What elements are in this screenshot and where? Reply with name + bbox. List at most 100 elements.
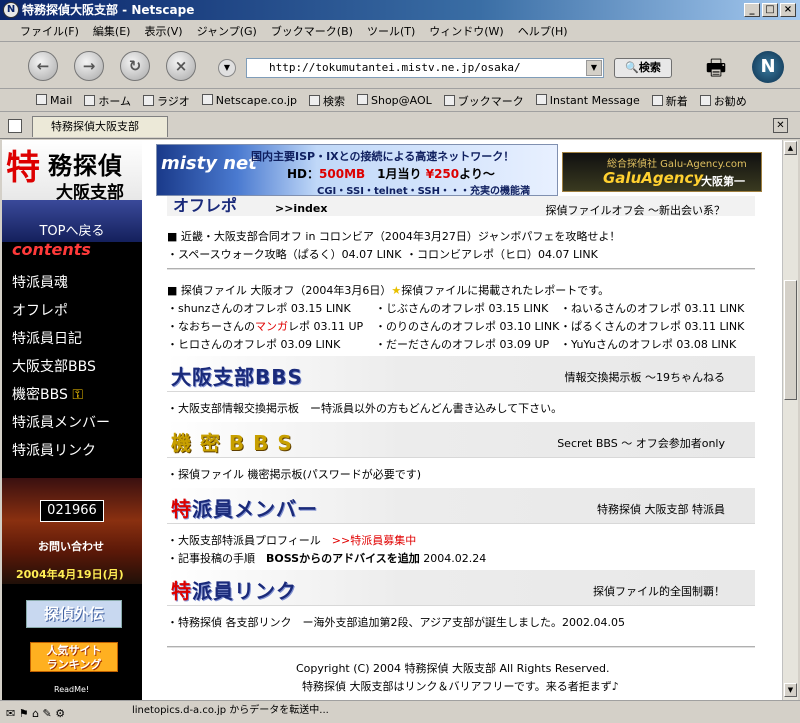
divider xyxy=(167,268,755,270)
tab-bar: 特務探偵大阪支部 ✕ xyxy=(0,113,800,139)
galu-suffix: 大阪第一 xyxy=(701,175,745,188)
history-dropdown-icon[interactable]: ▼ xyxy=(218,59,236,77)
section-osaka-bbs-header: 大阪支部BBS 情報交換掲示板 〜19ちゃんねる xyxy=(167,356,755,392)
inquiry-link[interactable]: お問い合わせ xyxy=(38,538,104,554)
bookmark-new[interactable]: 新着 xyxy=(651,93,688,109)
menu-tools[interactable]: ツール(T) xyxy=(367,23,415,39)
scroll-up-icon[interactable]: ▲ xyxy=(784,141,797,155)
menu-file[interactable]: ファイル(F) xyxy=(20,23,79,39)
secret-bbs-link[interactable]: ・探偵ファイル 機密掲示板(パスワードが必要です) xyxy=(167,466,421,482)
contents-heading: contents xyxy=(12,240,91,259)
bookmark-home[interactable]: ホーム xyxy=(84,93,131,109)
offrepo-link-colombia[interactable]: ・コロンビアレポ（ヒロ）04.07 LINK xyxy=(406,246,598,262)
offrepo-link[interactable]: ・ヒロさんのオフレポ 03.09 LINK xyxy=(167,336,340,352)
vertical-scrollbar[interactable]: ▲ ▼ xyxy=(782,140,798,700)
section-desc: 情報交換掲示板 〜19ちゃんねる xyxy=(564,371,726,384)
stop-icon[interactable]: × xyxy=(166,51,196,81)
sidebar-item-osaka-bbs[interactable]: 大阪支部BBS xyxy=(12,356,96,376)
scroll-thumb[interactable] xyxy=(784,280,797,400)
readme-badge[interactable]: ReadMe! xyxy=(54,685,89,694)
sidebar-item-offrepo[interactable]: オフレポ xyxy=(12,300,68,320)
tab-close-icon[interactable]: ✕ xyxy=(773,118,788,133)
menu-edit[interactable]: 編集(E) xyxy=(93,23,131,39)
sidebar-item-diary[interactable]: 特派員日記 xyxy=(12,328,82,348)
minimize-button[interactable]: _ xyxy=(744,3,760,17)
search-button-label: 検索 xyxy=(638,61,661,74)
sidebar-item-tokuhain-tamashii[interactable]: 特派員魂 xyxy=(12,272,68,292)
home-icon xyxy=(84,94,96,106)
offrepo-item2-desc: 探偵ファイルに掲載されたレポートです。 xyxy=(401,284,610,297)
netscape-logo-icon: N xyxy=(3,2,19,18)
netscape-throbber-icon[interactable]: N xyxy=(752,51,784,83)
section-title-red: 特 xyxy=(171,579,192,603)
search-button[interactable]: 🔍検索 xyxy=(614,58,672,78)
bookmark-label: お勧め xyxy=(713,94,747,108)
ranking-banner[interactable]: 人気サイト ランキング xyxy=(30,642,118,672)
url-input[interactable]: http://tokumutantei.mistv.ne.jp/osaka/ xyxy=(246,58,604,78)
offrepo-link[interactable]: ・のりのさんのオフレポ 03.10 LINK xyxy=(375,318,559,334)
bookmark-label: ホーム xyxy=(98,94,132,108)
title-bar: N 特務探偵大阪支部 - Netscape _ □ × xyxy=(0,0,800,20)
offrepo-link-spacewalk[interactable]: ・スペースウォーク攻略（ぱるく）04.07 LINK xyxy=(167,246,401,262)
bookmark-bookmarks[interactable]: ブックマーク xyxy=(443,93,524,109)
maximize-button[interactable]: □ xyxy=(762,3,778,17)
bookmark-recommend[interactable]: お勧め xyxy=(699,93,747,109)
offrepo-link[interactable]: ・shunzさんのオフレポ 03.15 LINK xyxy=(167,300,351,316)
section-title-rest: 派員リンク xyxy=(192,579,297,603)
tab-label: 特務探偵大阪支部 xyxy=(51,120,139,133)
offrepo-link[interactable]: ・じぶさんのオフレポ 03.15 LINK xyxy=(375,300,548,316)
tantei-gaiden-banner[interactable]: 探偵外伝 xyxy=(26,600,122,628)
section-title: 特派員リンク xyxy=(171,575,297,604)
bookmark-mail[interactable]: Mail xyxy=(36,94,72,107)
bookmark-netscape[interactable]: Netscape.co.jp xyxy=(201,94,297,107)
bookmark-search[interactable]: 検索 xyxy=(309,93,345,109)
branch-links-link[interactable]: ・特務探偵 各支部リンク ー海外支部追加第2段、アジア支部が誕生しました。200… xyxy=(167,614,625,630)
misty-net-ad-banner[interactable]: misty net 国内主要ISP・IXとの接続による高速ネットワーク！ HD：… xyxy=(156,144,558,212)
offrepo-link[interactable]: ・ぱるくさんのオフレポ 03.11 LINK xyxy=(560,318,744,334)
ad-from: より〜 xyxy=(459,167,495,181)
offrepo-link-nao[interactable]: ・なおちーさんのマンガレポ 03.11 UP xyxy=(167,318,363,334)
sidebar-item-members[interactable]: 特派員メンバー xyxy=(12,412,110,432)
tab-active[interactable]: 特務探偵大阪支部 xyxy=(32,116,168,137)
section-title-red: 特 xyxy=(171,497,192,521)
bookmark-radio[interactable]: ラジオ xyxy=(143,93,190,109)
member-guide-link[interactable]: ・記事投稿の手順 xyxy=(167,552,255,565)
menu-view[interactable]: 表示(V) xyxy=(144,23,182,39)
forward-arrow-icon[interactable]: → xyxy=(74,51,104,81)
print-icon[interactable]: 🖶 xyxy=(700,51,732,81)
bookmark-label: 検索 xyxy=(323,94,345,108)
url-dropdown-icon[interactable]: ▼ xyxy=(586,60,602,76)
member-recruit-link[interactable]: >>特派員募集中 xyxy=(332,534,416,547)
sidebar-item-label: 機密BBS xyxy=(12,387,68,403)
offrepo-link[interactable]: ・だーださんのオフレポ 03.09 UP xyxy=(375,336,549,352)
scroll-down-icon[interactable]: ▼ xyxy=(784,683,797,697)
menu-help[interactable]: ヘルプ(H) xyxy=(518,23,568,39)
menu-window[interactable]: ウィンドウ(W) xyxy=(429,23,503,39)
ad-hd: HD： xyxy=(287,167,320,181)
galu-top: 総合探偵社 Galu-Agency.com xyxy=(607,159,747,170)
ad-per-month: 1月当り xyxy=(377,167,422,181)
section-secret-bbs-header: 機 密 B B S Secret BBS 〜 オフ会参加者only xyxy=(167,422,755,458)
member-profile-link[interactable]: ・大阪支部特派員プロフィール xyxy=(167,534,321,547)
menu-bookmarks[interactable]: ブックマーク(B) xyxy=(271,23,353,39)
bookmark-label: 新着 xyxy=(665,94,688,108)
offrepo-index-link[interactable]: >>index xyxy=(275,202,327,215)
menu-go[interactable]: ジャンプ(G) xyxy=(197,23,257,39)
osaka-bbs-link[interactable]: ・大阪支部情報交換掲示板 ー特派員以外の方もどんどん書き込みして下さい。 xyxy=(167,400,562,416)
reload-icon[interactable]: ↻ xyxy=(120,51,150,81)
back-arrow-icon[interactable]: ← xyxy=(28,51,58,81)
offrepo-link-part: レポ 03.11 UP xyxy=(288,320,364,333)
netscape-icon xyxy=(201,94,213,105)
bookmark-shop[interactable]: Shop@AOL xyxy=(357,94,432,107)
top-back-link[interactable]: TOPへ戻る xyxy=(2,200,142,242)
offrepo-link[interactable]: ・YuYuさんのオフレポ 03.08 LINK xyxy=(560,336,736,352)
galu-agency-ad-banner[interactable]: 総合探偵社 Galu-Agency.com GaluAgency 大阪第一 xyxy=(562,152,762,192)
bookmark-instant-message[interactable]: Instant Message xyxy=(535,94,640,107)
close-button[interactable]: × xyxy=(780,3,796,17)
sidebar-item-secret-bbs[interactable]: 機密BBS ⚿ xyxy=(12,384,83,404)
site-logo: 特 務探偵 大阪支部 xyxy=(2,140,142,203)
ad-line1: 国内主要ISP・IXとの接続による高速ネットワーク！ xyxy=(251,150,515,163)
sidebar-toggle-icon[interactable] xyxy=(8,119,22,133)
sidebar-item-links[interactable]: 特派員リンク xyxy=(12,440,96,460)
offrepo-link[interactable]: ・ねいるさんのオフレポ 03.11 LINK xyxy=(560,300,744,316)
